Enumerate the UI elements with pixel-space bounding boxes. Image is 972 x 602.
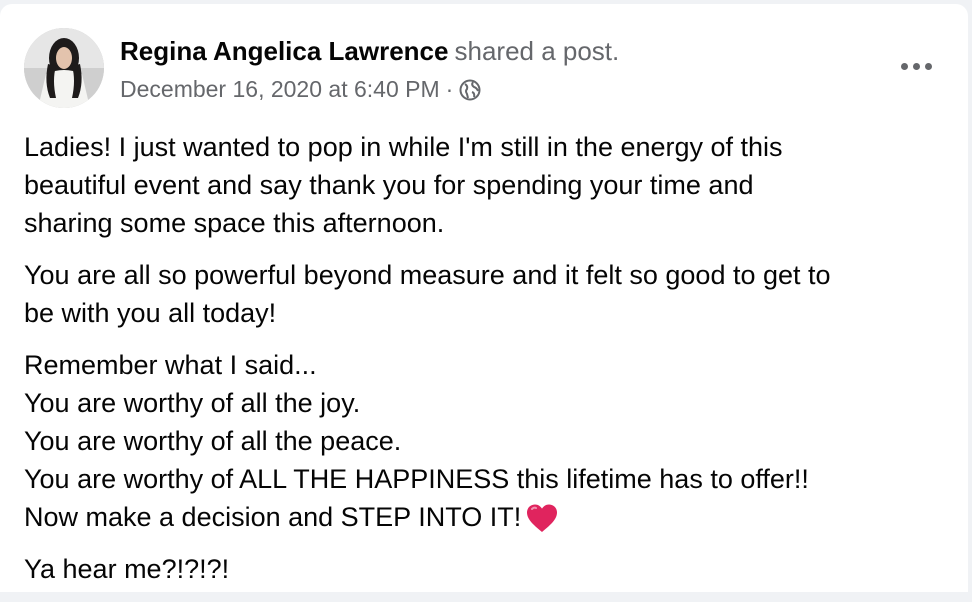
post-line: Ya hear me?!?!?! xyxy=(24,554,230,584)
meta-separator: · xyxy=(445,76,454,102)
post-paragraph: Ya hear me?!?!?! xyxy=(24,550,948,588)
post-line: sharing some space this afternoon. xyxy=(24,208,445,238)
more-dot xyxy=(912,62,920,70)
post-action-text: shared a post. xyxy=(454,36,620,66)
post-line: beautiful event and say thank you for sp… xyxy=(24,170,754,200)
post-line: Ladies! I just wanted to pop in while I'… xyxy=(24,132,783,162)
post-line: be with you all today! xyxy=(24,298,277,328)
post-body: Ladies! I just wanted to pop in while I'… xyxy=(24,128,948,602)
author-name[interactable]: Regina Angelica Lawrence xyxy=(120,36,448,66)
post-line-with-emoji: Now make a decision and STEP INTO IT! xyxy=(24,498,948,536)
more-dot xyxy=(924,62,932,70)
post-title-line: Regina Angelica Lawrence shared a post. xyxy=(120,34,619,68)
post-meta: December 16, 2020 at 6:40 PM · xyxy=(120,74,481,104)
post-paragraph: You are all so powerful beyond measure a… xyxy=(24,256,948,332)
avatar-photo xyxy=(24,28,104,108)
post-line: Remember what I said... xyxy=(24,350,317,380)
post-line-text: Now make a decision and STEP INTO IT! xyxy=(24,502,522,532)
avatar[interactable] xyxy=(24,28,104,108)
post-paragraph: Remember what I said... You are worthy o… xyxy=(24,346,948,536)
globe-icon[interactable] xyxy=(459,78,481,101)
more-dot xyxy=(900,62,908,70)
post-line: You are worthy of all the joy. xyxy=(24,388,361,418)
post-paragraph: Ladies! I just wanted to pop in while I'… xyxy=(24,128,948,242)
more-options-icon[interactable] xyxy=(894,48,938,84)
post-card: Regina Angelica Lawrence shared a post. D… xyxy=(0,4,968,592)
post-line: You are worthy of ALL THE HAPPINESS this… xyxy=(24,464,809,494)
post-timestamp[interactable]: December 16, 2020 at 6:40 PM xyxy=(120,74,440,104)
post-header: Regina Angelica Lawrence shared a post. D… xyxy=(24,28,948,108)
post-line: You are worthy of all the peace. xyxy=(24,426,402,456)
heart-emoji-icon xyxy=(525,503,559,533)
post-line: You are all so powerful beyond measure a… xyxy=(24,260,831,290)
